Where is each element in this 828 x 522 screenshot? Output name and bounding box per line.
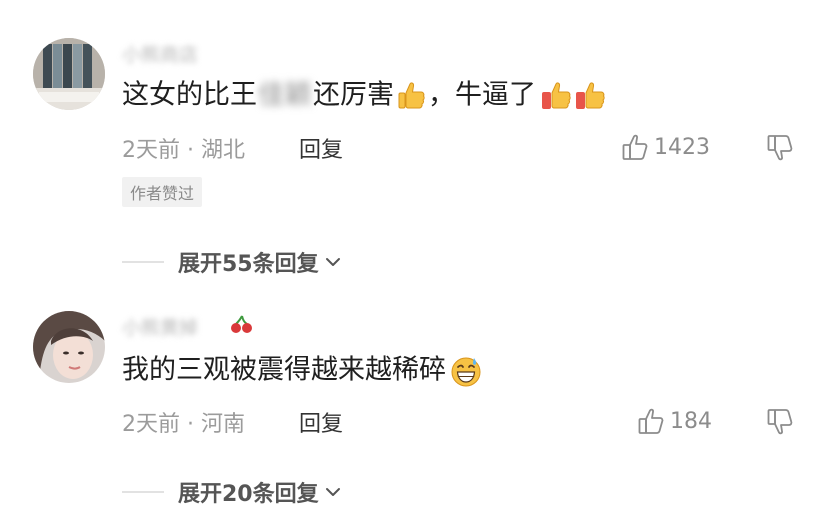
like-button[interactable]: 184 xyxy=(636,406,712,436)
author-liked-badge: 作者赞过 xyxy=(122,177,203,207)
thumbs-up-emoji-icon xyxy=(540,80,572,112)
chevron-down-icon xyxy=(325,258,340,266)
avatar[interactable] xyxy=(33,38,105,110)
reply-button[interactable]: 回复 xyxy=(299,406,343,438)
divider xyxy=(122,261,164,263)
comment-text: 这女的比王佳颖还厉害 ，牛逼了 xyxy=(122,78,607,113)
blurred-name: 佳颖 xyxy=(258,79,312,111)
reply-button[interactable]: 回复 xyxy=(299,132,343,164)
expand-replies-button[interactable]: 展开55条回复 xyxy=(122,246,343,278)
divider xyxy=(122,491,164,493)
username[interactable]: 小熊黄掉 xyxy=(122,313,198,340)
expand-replies-label: 展开55条回复 xyxy=(178,252,319,277)
comment-meta: 2天前 · 湖北 xyxy=(122,138,245,163)
thumbs-up-outline-icon xyxy=(638,408,664,434)
like-count: 1423 xyxy=(654,134,710,160)
avatar[interactable] xyxy=(33,311,105,383)
comment-text-part: 我的三观被震得越来越稀碎 xyxy=(122,354,446,386)
comment-text-part: ，牛逼了 xyxy=(428,79,536,111)
thumbs-down-outline-icon[interactable] xyxy=(765,133,795,167)
like-count: 184 xyxy=(670,408,712,434)
comment-meta: 2天前 · 河南 xyxy=(122,412,245,437)
username[interactable]: 小熊商店 xyxy=(122,40,198,67)
comment-text: 我的三观被震得越来越稀碎 xyxy=(122,353,483,388)
thumbs-up-emoji-icon xyxy=(395,80,427,112)
thumbs-up-outline-icon xyxy=(622,134,648,160)
like-button[interactable]: 1423 xyxy=(620,132,710,162)
expand-replies-label: 展开20条回复 xyxy=(178,482,319,507)
comment-text-part: 还厉害 xyxy=(313,79,394,111)
thumbs-down-outline-icon[interactable] xyxy=(765,407,795,441)
cherry-badge-icon xyxy=(230,314,254,334)
comment-list: 小熊商店 这女的比王佳颖还厉害 ，牛逼了 2天前 · 湖北 回复 1423 作者… xyxy=(0,0,828,522)
grinning-sweat-emoji-icon xyxy=(450,355,482,387)
chevron-down-icon xyxy=(325,488,340,496)
thumbs-up-emoji-icon xyxy=(574,80,606,112)
comment-text-part: 这女的比王 xyxy=(122,79,257,111)
expand-replies-button[interactable]: 展开20条回复 xyxy=(122,476,343,508)
